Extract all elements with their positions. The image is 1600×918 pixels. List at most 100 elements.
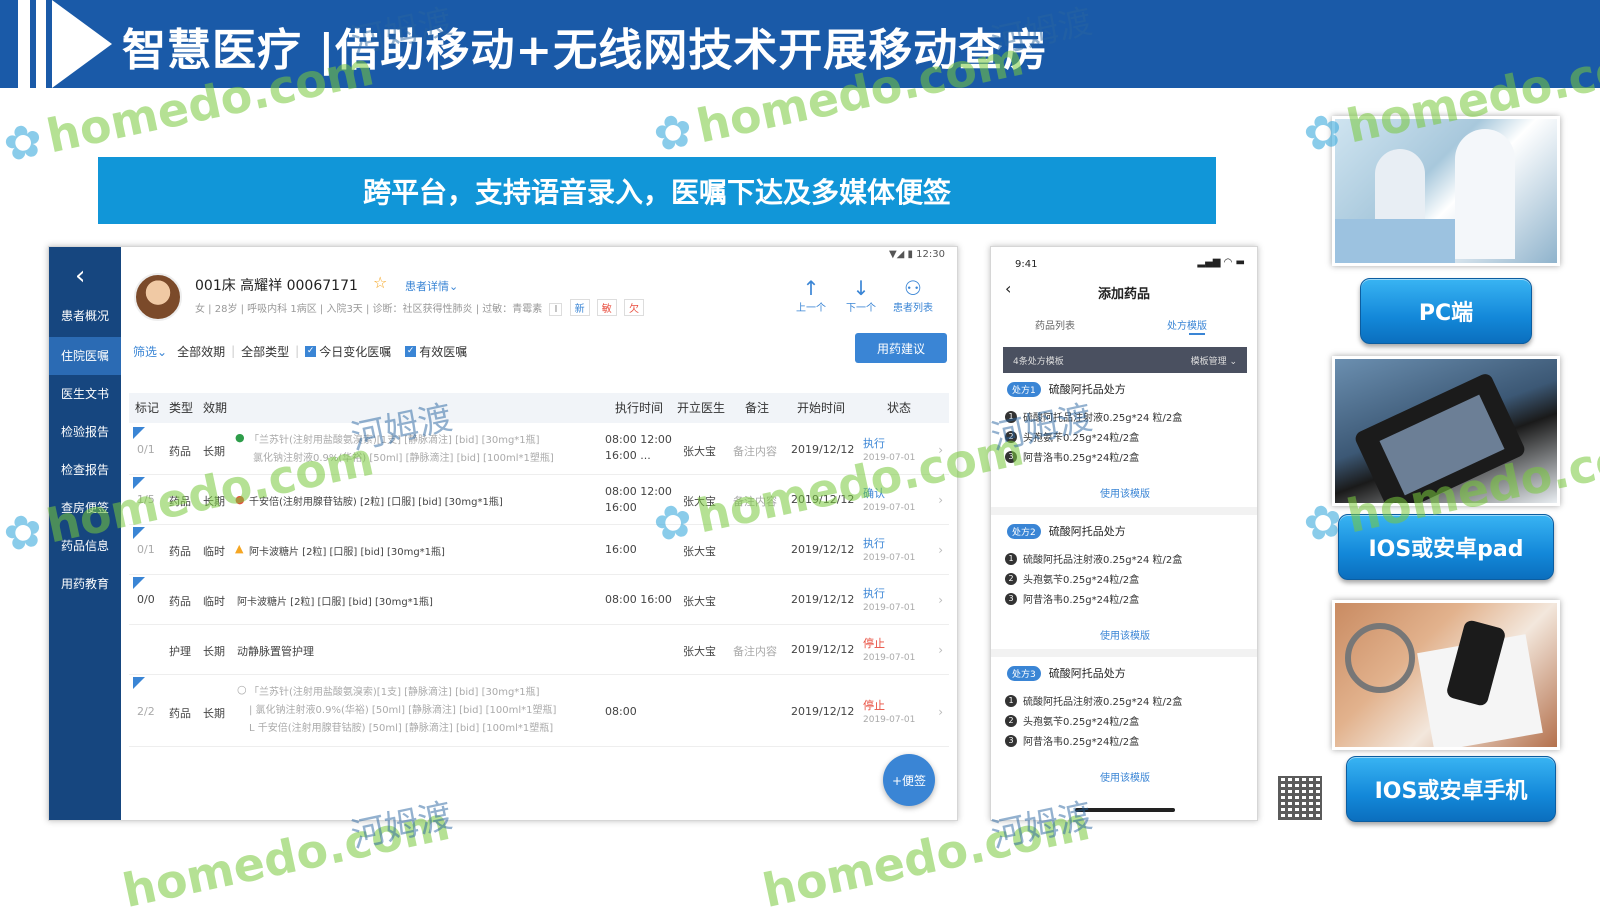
prescription-pill: 处方1 (1007, 381, 1041, 397)
template-manage-button[interactable]: 模板管理 ⌄ (1191, 354, 1237, 367)
filter-dropdown[interactable]: 筛选⌄ (133, 343, 167, 360)
prescription-header: 处方3 硫酸阿托品处方 (1007, 665, 1126, 681)
flag-icon (133, 677, 145, 689)
prescription-pill: 处方3 (1007, 665, 1041, 681)
next-label: 下一个 (846, 303, 876, 314)
table-row[interactable]: 0/0 药品 临时 阿卡波糖片 [2粒] [口服] [bid] [30mg*1瓶… (129, 575, 949, 625)
table-row[interactable]: 1/5 药品 长期 ● 千安倍(注射用腺苷钴胺) [2粒] [口服] [bid]… (129, 475, 949, 525)
hospital-bed (1335, 219, 1455, 263)
flower-icon: ✿ (648, 101, 698, 163)
patient-list-button[interactable]: ⚇ 患者列表 (889, 277, 937, 314)
number-2-icon: 2 (1005, 572, 1017, 585)
phone-platform-button[interactable]: IOS或安卓手机 (1346, 756, 1556, 822)
info-icon: ○ (237, 683, 247, 696)
chevron-right-icon: › (938, 705, 943, 719)
template-count: 4条处方模板 (1013, 356, 1064, 367)
prescription-item-text: 头孢氨苄0.25g*24粒/2盒 (1023, 575, 1140, 586)
flag-icon (133, 477, 145, 489)
filter-all-period[interactable]: 全部效期 (177, 343, 225, 360)
phone-photo (1332, 600, 1560, 750)
sidebar-item-lab-reports[interactable]: 检验报告 (49, 413, 121, 451)
number-3-icon: 3 (1005, 450, 1017, 463)
prescription-name: 硫酸阿托品处方 (1048, 525, 1126, 538)
prescription-name: 硫酸阿托品处方 (1048, 383, 1126, 396)
number-1-icon: 1 (1005, 552, 1017, 565)
row-doctor: 张大宝 (683, 595, 716, 608)
sidebar-item-medication-education[interactable]: 用药教育 (49, 565, 121, 603)
today-change-checkbox[interactable]: ✓ 今日变化医嘱 (305, 343, 391, 360)
row-doctor: 张大宝 (683, 645, 716, 658)
prescription-item: 3 阿昔洛韦0.25g*24粒/2盒 (1005, 591, 1139, 606)
row-exec-time: 08:00 (605, 705, 637, 718)
number-2-icon: 2 (1005, 714, 1017, 727)
status-badge: 确认 (863, 487, 885, 500)
medication-advice-button[interactable]: 用药建议 (855, 333, 947, 363)
use-template-button[interactable]: 使用该模版 (991, 627, 1257, 642)
row-period: 长期 (203, 645, 225, 658)
row-start-time: 2019/12/12 (791, 705, 855, 718)
row-note: 备注内容 (733, 645, 777, 658)
row-content: L 千安倍(注射用腺苷钴胺) [50ml] [静脉滴注] [bid] [100m… (249, 723, 554, 734)
prescription-item: 3 阿昔洛韦0.25g*24粒/2盒 (1005, 733, 1139, 748)
sidebar-item-doctor-documents[interactable]: 医生文书 (49, 375, 121, 413)
tab-drug-list[interactable]: 药品列表 (1035, 317, 1075, 332)
status-badge: 执行 (863, 537, 885, 550)
chevron-right-icon: › (938, 593, 943, 607)
prescription-item: 1 硫酸阿托品注射液0.25g*24 粒/2盒 (1005, 693, 1182, 708)
table-row[interactable]: 0/1 药品 长期 ● 「兰苏针(注射用盐酸氨溴索)[1支] [静脉滴注] [b… (129, 425, 949, 475)
table-row[interactable]: 0/1 药品 临时 ▲ 阿卡波糖片 [2粒] [口服] [bid] [30mg*… (129, 525, 949, 575)
row-content: | 氯化钠注射液0.9%(华裕) [50ml] [静脉滴注] [bid] [10… (249, 705, 557, 716)
tag-i: I (549, 303, 563, 316)
sidebar-item-ward-notes[interactable]: 查房便签 (49, 489, 121, 527)
filter-all-type[interactable]: 全部类型 (241, 343, 289, 360)
col-mark: 标记 (135, 401, 160, 415)
prev-label: 上一个 (796, 303, 826, 314)
table-row[interactable]: 护理 长期 动静脉置管护理 张大宝 备注内容 2019/12/12 停止 201… (129, 625, 949, 675)
flag-icon (133, 427, 145, 439)
pc-platform-button[interactable]: PC端 (1360, 278, 1532, 344)
divider: | (295, 344, 300, 358)
row-exec-time: 08:00 16:00 (605, 593, 672, 606)
checkbox-checked-icon: ✓ (405, 345, 417, 357)
add-note-button[interactable]: +便签 (883, 754, 935, 806)
row-period: 临时 (203, 545, 225, 558)
chevron-right-icon: › (938, 643, 943, 657)
warning-icon: ● (235, 493, 245, 506)
prescription-card: 处方3 硫酸阿托品处方 1 硫酸阿托品注射液0.25g*24 粒/2盒 2 头孢氨苄… (991, 665, 1257, 801)
status-date: 2019-07-01 (863, 715, 916, 725)
number-3-icon: 3 (1005, 592, 1017, 605)
row-type: 药品 (169, 495, 191, 508)
pad-platform-button[interactable]: IOS或安卓pad (1338, 514, 1554, 580)
tag-new: 新 (569, 299, 590, 316)
sidebar-item-inpatient-orders[interactable]: 住院医嘱 (49, 337, 121, 375)
prescription-item-text: 硫酸阿托品注射液0.25g*24 粒/2盒 (1023, 413, 1183, 424)
phone-mockup: 9:41 ▂▄▆ ◠ ▬ ‹ 添加药品 药品列表 处方模版 4条处方模板 模板管… (990, 246, 1258, 821)
flower-icon: ✿ (0, 501, 48, 563)
status-date: 2019-07-01 (863, 553, 916, 563)
tab-prescription-template[interactable]: 处方模版 (1167, 317, 1207, 332)
patient-detail-link[interactable]: 患者详情⌄ (405, 278, 458, 294)
prescription-item-text: 阿昔洛韦0.25g*24粒/2盒 (1023, 453, 1140, 464)
header-bar: 智慧医疗 |借助移动+无线网技术开展移动查房 (0, 0, 1600, 88)
sidebar-item-drug-info[interactable]: 药品信息 (49, 527, 121, 565)
valid-orders-checkbox[interactable]: ✓ 有效医嘱 (405, 343, 467, 360)
prev-patient-button[interactable]: ↑ 上一个 (787, 277, 835, 314)
col-doctor: 开立医生 (677, 401, 726, 415)
row-note: 备注内容 (733, 495, 777, 508)
flag-icon (133, 577, 145, 589)
row-mark: 2/2 (137, 705, 155, 718)
table-row[interactable]: 2/2 药品 长期 ○ 「兰苏针(注射用盐酸氨溴索)[1支] [静脉滴注] [b… (129, 675, 949, 747)
back-icon[interactable]: ‹ (75, 261, 85, 291)
next-patient-button[interactable]: ↓ 下一个 (837, 277, 885, 314)
use-template-button[interactable]: 使用该模版 (991, 769, 1257, 784)
sidebar-item-exam-reports[interactable]: 检查报告 (49, 451, 121, 489)
row-start-time: 2019/12/12 (791, 593, 855, 606)
status-date: 2019-07-01 (863, 653, 916, 663)
star-icon[interactable]: ☆ (373, 273, 387, 292)
signal-icon: ▂▄▆ ◠ ▬ (1197, 257, 1245, 268)
sidebar-item-patient-overview[interactable]: 患者概况 (49, 297, 121, 335)
use-template-button[interactable]: 使用该模版 (991, 485, 1257, 500)
row-doctor: 张大宝 (683, 495, 716, 508)
prescription-item: 3 阿昔洛韦0.25g*24粒/2盒 (1005, 449, 1139, 464)
col-status: 状态 (887, 401, 912, 415)
